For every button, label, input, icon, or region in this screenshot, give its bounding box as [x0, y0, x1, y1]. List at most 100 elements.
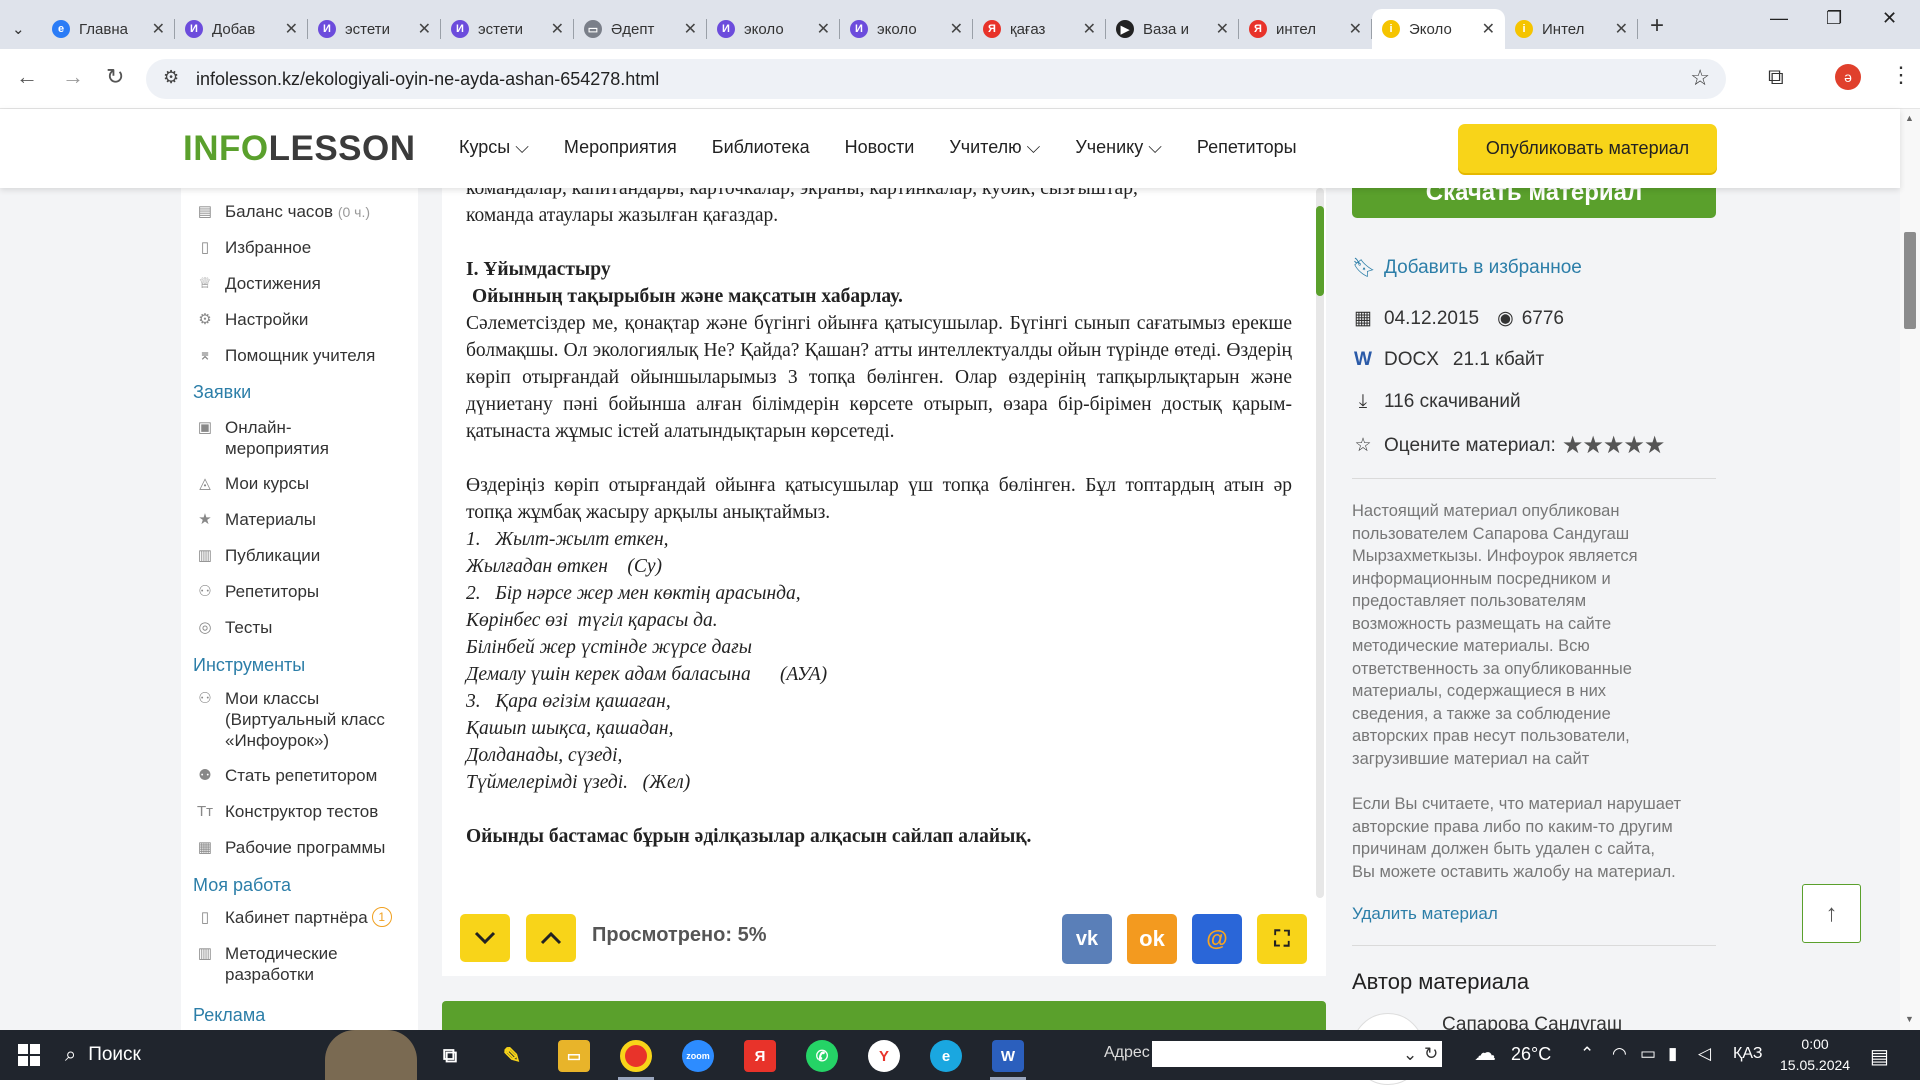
browser-tab[interactable]: Иэстети ✕: [441, 9, 574, 49]
browser-tab[interactable]: i Интел ✕: [1505, 9, 1638, 49]
battery-icon[interactable]: ▮: [1668, 1044, 1677, 1064]
scroll-up-button[interactable]: [526, 914, 576, 962]
doc-scroll-thumb[interactable]: [1316, 206, 1324, 296]
sidebar-item-materials[interactable]: ★ Материалы: [195, 509, 316, 530]
display-icon[interactable]: ▭: [1640, 1044, 1656, 1064]
file-explorer-icon[interactable]: ▭: [558, 1040, 590, 1072]
browser-tab[interactable]: И Добав ✕: [175, 9, 308, 49]
tab-close-icon[interactable]: ✕: [1482, 19, 1495, 39]
menu-item-library[interactable]: Библиотека: [712, 137, 810, 158]
tab-search-button[interactable]: ⌄: [12, 9, 42, 49]
address-toolbar-input[interactable]: [1152, 1041, 1442, 1067]
tab-close-icon[interactable]: ✕: [950, 19, 963, 39]
scroll-top-button[interactable]: ↑: [1802, 884, 1861, 943]
notifications-icon[interactable]: ▤: [1870, 1044, 1889, 1069]
vk-share-button[interactable]: vk: [1062, 914, 1112, 964]
sidebar-item-test-builder[interactable]: Tт Конструктор тестов: [195, 801, 378, 822]
language-indicator[interactable]: ҚАЗ: [1733, 1045, 1762, 1063]
network-icon[interactable]: ◠: [1612, 1044, 1627, 1064]
task-view-icon[interactable]: ⧉: [434, 1040, 466, 1072]
add-favorite-link[interactable]: 🔖︎ Добавить в избранное: [1352, 256, 1582, 280]
menu-kebab-icon[interactable]: ⋮: [1890, 62, 1912, 88]
menu-item-tutors[interactable]: Репетиторы: [1197, 137, 1297, 158]
maximize-button[interactable]: ❐: [1826, 8, 1842, 29]
sidebar-item-tests[interactable]: ◎ Тесты: [195, 617, 272, 638]
menu-item-courses[interactable]: Курсы ⌵: [459, 137, 529, 158]
browser-tab[interactable]: Яинтел ✕: [1239, 9, 1372, 49]
chrome-icon[interactable]: [620, 1040, 652, 1072]
chevron-up-icon[interactable]: ⌃: [1580, 1044, 1594, 1064]
browser-tab[interactable]: ▶ Ваза и ✕: [1106, 9, 1239, 49]
dropdown-icon[interactable]: ⌄: [1403, 1045, 1417, 1065]
tab-close-icon[interactable]: ✕: [1349, 19, 1362, 39]
fullscreen-button[interactable]: ⛶: [1257, 914, 1307, 964]
sidebar-item-achievements[interactable]: ♕ Достижения: [195, 273, 321, 294]
sidebar-item-settings[interactable]: ⚙ Настройки: [195, 309, 308, 330]
whatsapp-icon[interactable]: ✆: [806, 1040, 838, 1072]
forward-icon[interactable]: →: [62, 64, 84, 90]
browser-tab[interactable]: Иэколо ✕: [840, 9, 973, 49]
weather-temp[interactable]: 26°C: [1511, 1044, 1551, 1065]
clock[interactable]: 0:00 15.05.2024: [1780, 1034, 1850, 1076]
sidebar-item-favorites[interactable]: ▯ Избранное: [195, 237, 311, 258]
yandex-browser-icon[interactable]: Y: [868, 1040, 900, 1072]
tab-close-icon[interactable]: ✕: [1216, 19, 1229, 39]
menu-item-student[interactable]: Ученику ⌵: [1075, 137, 1162, 158]
page-scrollbar[interactable]: ▲ ▼: [1900, 109, 1920, 1030]
menu-item-news[interactable]: Новости: [845, 137, 915, 158]
yandex-icon[interactable]: Я: [744, 1040, 776, 1072]
tab-close-icon[interactable]: ✕: [684, 19, 697, 39]
scroll-down-arrow-icon[interactable]: ▼: [1905, 1014, 1914, 1024]
back-icon[interactable]: ←: [16, 64, 38, 90]
close-window-button[interactable]: ✕: [1882, 8, 1897, 29]
sidebar-item-become-tutor[interactable]: ⚉ Стать репетитором: [195, 765, 377, 786]
tab-close-icon[interactable]: ✕: [1083, 19, 1096, 39]
sidebar-item-online-events[interactable]: ▣ Онлайн- мероприятия: [195, 417, 395, 459]
menu-item-teacher[interactable]: Учителю ⌵: [949, 137, 1040, 158]
tab-close-icon[interactable]: ✕: [551, 19, 564, 39]
app-icon-yellow[interactable]: ✎: [496, 1040, 528, 1072]
reload-icon[interactable]: ↻: [106, 64, 124, 90]
tab-close-icon[interactable]: ✕: [285, 19, 298, 39]
rating-stars[interactable]: ★★★★★: [1562, 431, 1666, 460]
sidebar-item-my-classes[interactable]: ⚇ Мои классы (Виртуальный класс «Инфоурок…: [195, 688, 400, 751]
refresh-icon[interactable]: ↻: [1424, 1044, 1438, 1064]
new-tab-button[interactable]: +: [1650, 12, 1664, 40]
profile-avatar[interactable]: ә: [1835, 64, 1861, 90]
edge-icon[interactable]: e: [930, 1040, 962, 1072]
publish-material-button[interactable]: Опубликовать материал: [1458, 124, 1717, 173]
tab-close-icon[interactable]: ✕: [152, 19, 165, 39]
menu-item-events[interactable]: Мероприятия: [564, 137, 677, 158]
sidebar-item-assistant[interactable]: ⌆ Помощник учителя: [195, 345, 376, 366]
tab-close-icon[interactable]: ✕: [817, 19, 830, 39]
site-info-icon[interactable]: ⚙: [163, 67, 179, 88]
browser-tab[interactable]: e Главна ✕: [42, 9, 175, 49]
browser-tab[interactable]: Иэколо ✕: [707, 9, 840, 49]
mail-share-button[interactable]: @: [1192, 914, 1242, 964]
sidebar-item-balance[interactable]: ▤ Баланс часов (0 ч.): [195, 201, 370, 223]
taskbar-widget-image[interactable]: [325, 1030, 417, 1080]
url-text[interactable]: infolesson.kz/ekologiyali-oyin-ne-ayda-a…: [196, 69, 659, 90]
omnibox[interactable]: ⚙ infolesson.kz/ekologiyali-oyin-ne-ayda…: [146, 59, 1726, 99]
tab-close-icon[interactable]: ✕: [1615, 19, 1628, 39]
page-scroll-thumb[interactable]: [1904, 232, 1916, 329]
sidebar-item-publications[interactable]: ▥ Публикации: [195, 545, 320, 566]
word-icon[interactable]: W: [992, 1040, 1024, 1072]
sidebar-item-partner-cabinet[interactable]: ▯ Кабинет партнёра 1: [195, 907, 392, 928]
minimize-button[interactable]: —: [1770, 8, 1788, 29]
tab-close-icon[interactable]: ✕: [418, 19, 431, 39]
browser-tab[interactable]: i Эколо ✕: [1372, 9, 1505, 49]
bookmark-star-icon[interactable]: ☆: [1690, 65, 1710, 91]
scroll-down-button[interactable]: [460, 914, 510, 962]
delete-material-link[interactable]: Удалить материал: [1352, 904, 1498, 924]
sidebar-item-my-courses[interactable]: ◬ Мои курсы: [195, 473, 309, 494]
sidebar-item-work-programs[interactable]: ▦ Рабочие программы: [195, 837, 386, 858]
browser-tab[interactable]: ▭ Әдепт ✕: [574, 9, 707, 49]
sidebar-item-method-dev[interactable]: ▥ Методические разработки: [195, 943, 395, 985]
extensions-icon[interactable]: ⧉: [1768, 64, 1784, 90]
ok-share-button[interactable]: ok: [1127, 914, 1177, 964]
site-logo[interactable]: INFOLESSON: [183, 129, 416, 169]
taskbar-search[interactable]: ⌕ Поиск: [65, 1030, 141, 1080]
zoom-icon[interactable]: zoom: [682, 1040, 714, 1072]
sidebar-item-tutors[interactable]: ⚇ Репетиторы: [195, 581, 319, 602]
